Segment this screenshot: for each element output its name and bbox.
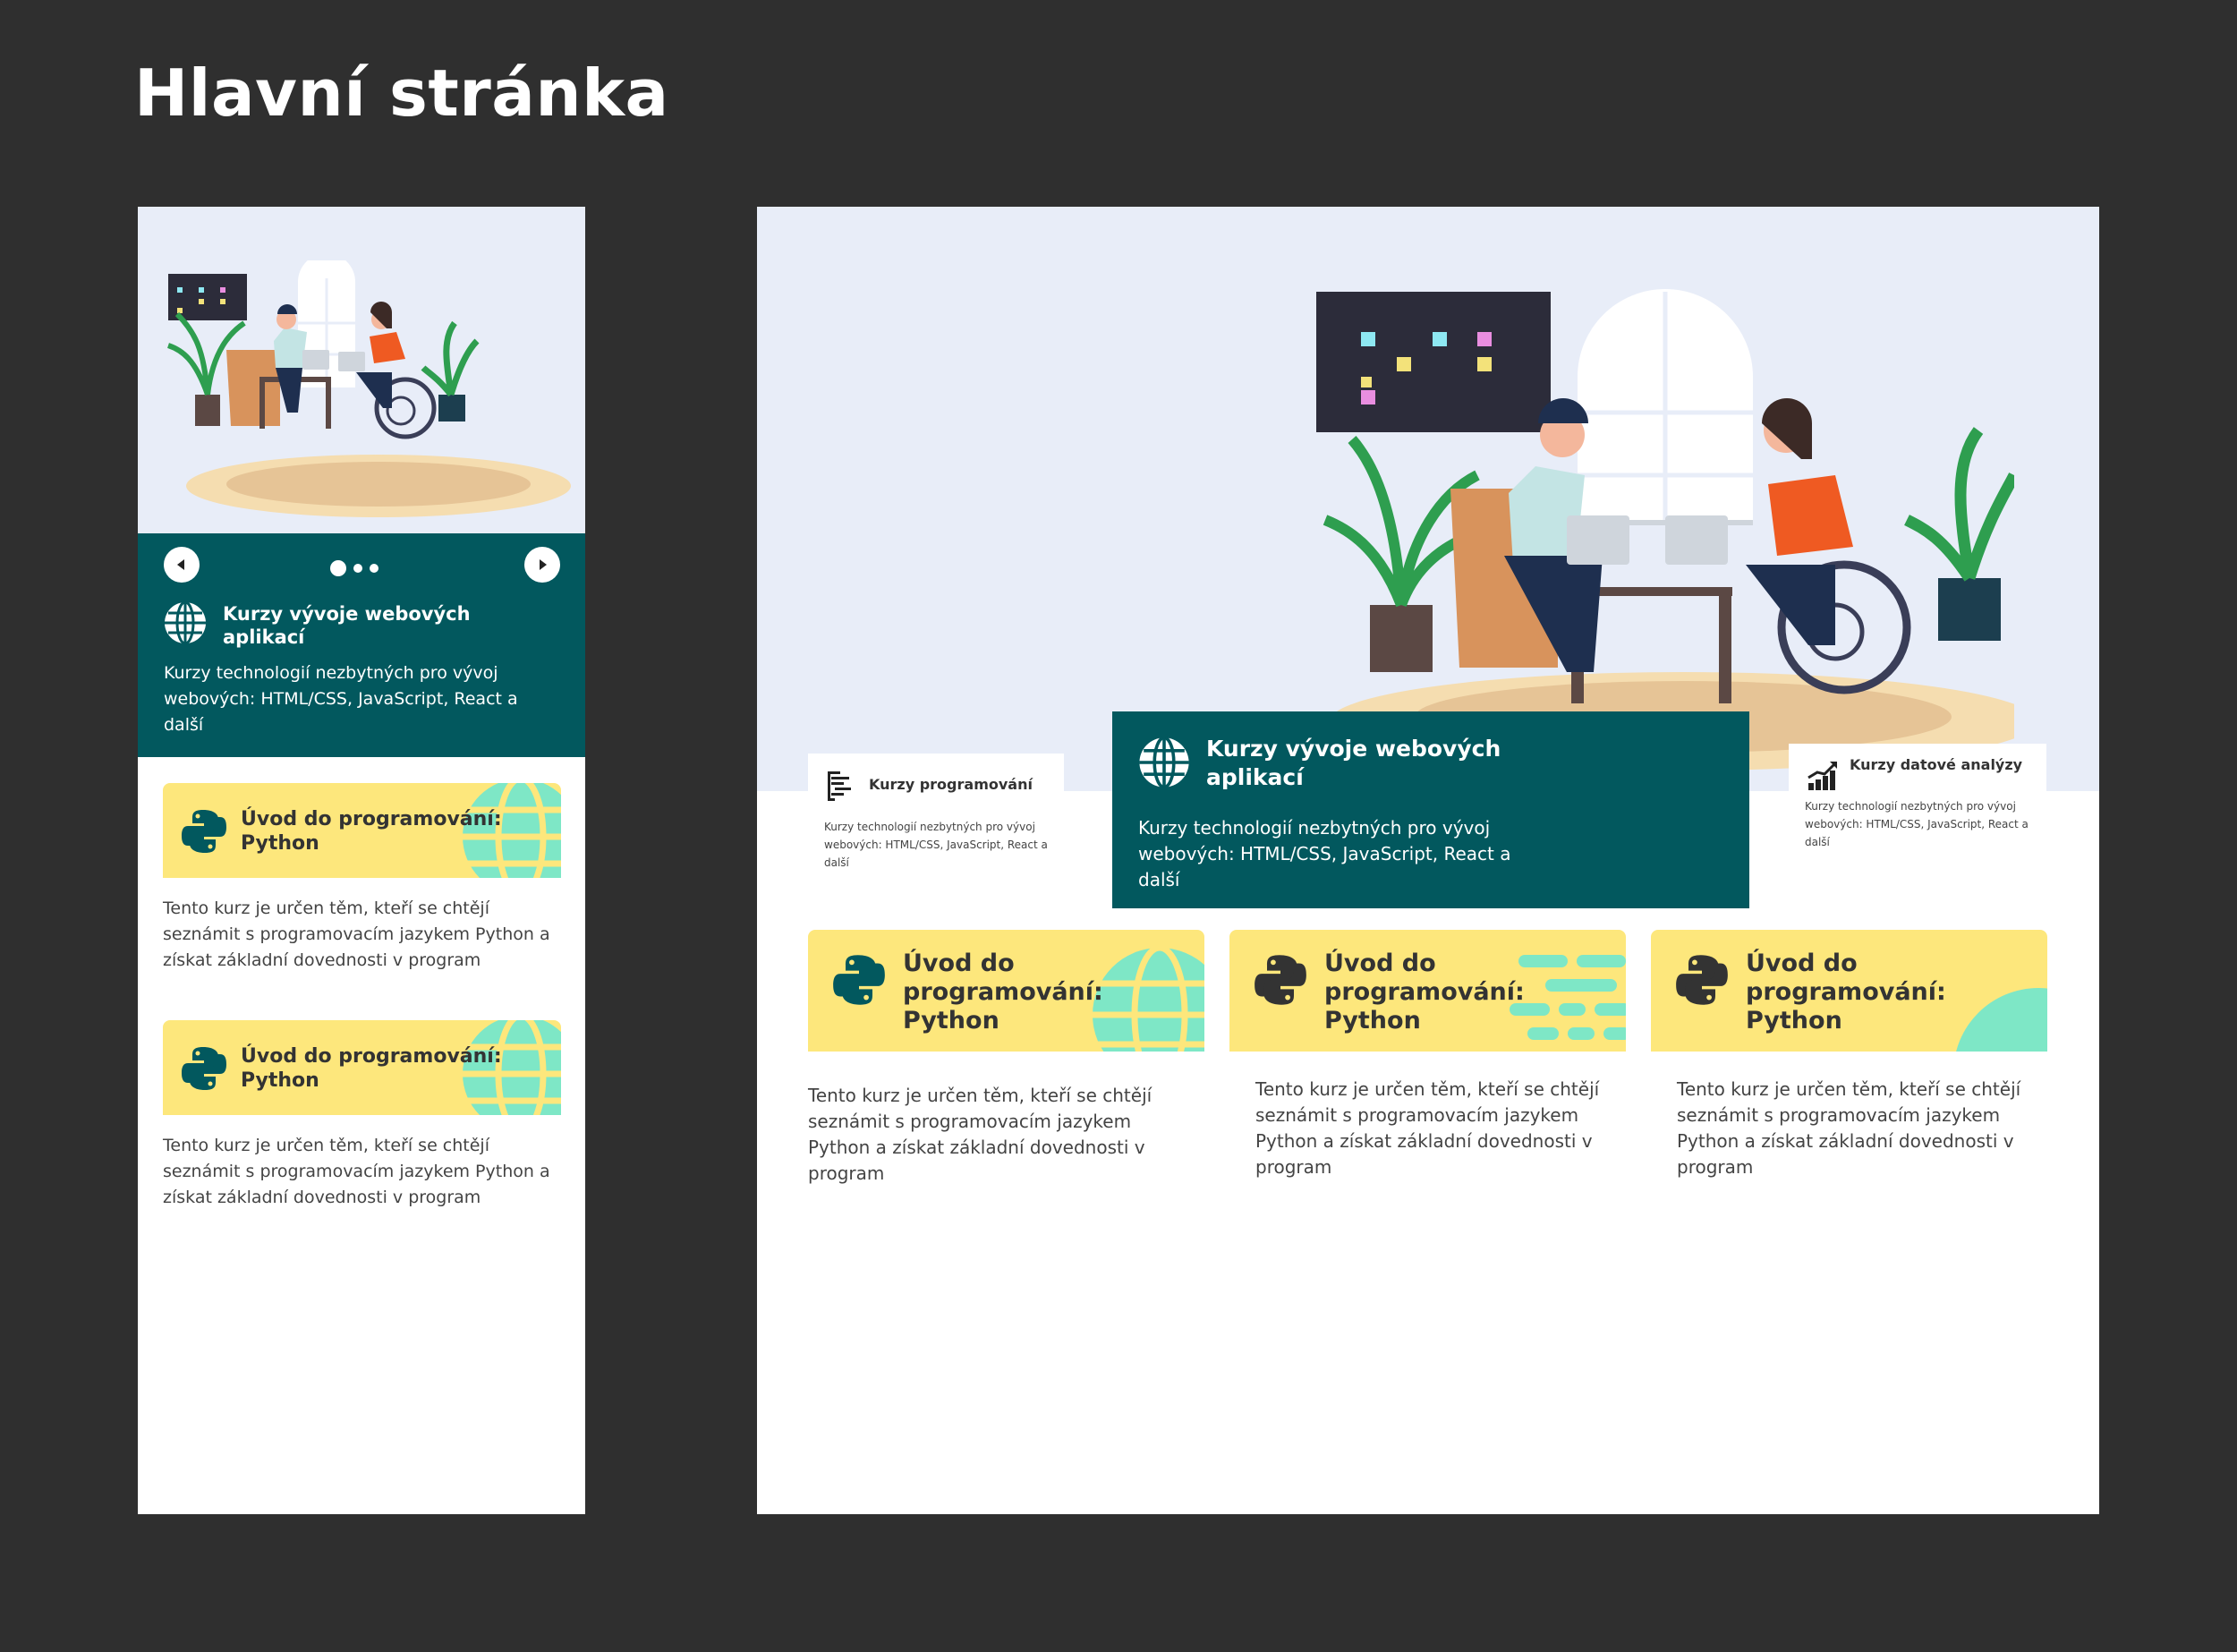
course-card[interactable]: Úvod do programování: Python Tento kurz … <box>808 930 1204 1187</box>
office-illustration <box>166 260 571 517</box>
category-title: Kurzy datové analýzy <box>1850 756 2023 773</box>
hero-illustration <box>138 207 585 533</box>
course-description: Tento kurz je určen těm, kteří se chtějí… <box>1255 1078 1600 1178</box>
category-card-programming[interactable]: Kurzy programování Kurzy technologií nez… <box>808 754 1064 904</box>
hero-illustration <box>757 207 2099 791</box>
mobile-preview: Kurzy vývoje webových aplikací Kurzy tec… <box>138 207 585 1514</box>
globe-icon <box>1139 736 1189 789</box>
course-description: Tento kurz je určen těm, kteří se chtějí… <box>808 1085 1153 1184</box>
desktop-preview: Kurzy programování Kurzy technologií nez… <box>757 207 2099 1514</box>
chevron-left-icon <box>177 559 184 570</box>
carousel-title[interactable]: Kurzy vývoje webových aplikací <box>223 602 527 649</box>
carousel-indicators <box>330 560 379 576</box>
course-title: Úvod do programování: Python <box>903 949 1103 1035</box>
featured-category-card[interactable]: Kurzy vývoje webových aplikací Kurzy tec… <box>1112 711 1749 908</box>
course-title: Úvod do programování: Python <box>241 1045 502 1092</box>
course-card[interactable]: Úvod do programování: Python Tento kurz … <box>1651 930 2047 1180</box>
course-description: Tento kurz je určen těm, kteří se chtějí… <box>1677 1078 2021 1178</box>
python-icon <box>182 810 226 853</box>
featured-category-carousel: Kurzy vývoje webových aplikací Kurzy tec… <box>138 533 585 757</box>
category-title: Kurzy programování <box>869 775 1033 793</box>
carousel-description: Kurzy technologií nezbytných pro vývoj w… <box>164 663 518 735</box>
category-description: Kurzy technologií nezbytných pro vývoj w… <box>1805 800 2029 848</box>
course-banner: Úvod do programování: Python <box>1651 930 2047 1052</box>
category-description: Kurzy technologií nezbytných pro vývoj w… <box>1138 817 1511 890</box>
python-icon <box>1255 955 1306 1005</box>
carousel-dot[interactable] <box>353 564 362 573</box>
globe-icon <box>165 600 206 645</box>
course-description: Tento kurz je určen těm, kteří se chtějí… <box>163 1136 550 1207</box>
course-banner: Úvod do programování: Python <box>808 930 1204 1052</box>
course-card[interactable]: Úvod do programování: Python Tento kurz … <box>1229 930 1626 1180</box>
category-card-data-analysis[interactable]: Kurzy datové analýzy Kurzy technologií n… <box>1789 744 2046 891</box>
course-card[interactable]: Úvod do programování: Python Tento kurz … <box>163 783 561 974</box>
chevron-right-icon <box>540 559 547 570</box>
course-banner: Úvod do programování: Python <box>1229 930 1626 1052</box>
category-title: Kurzy vývoje webových aplikací <box>1206 736 1501 790</box>
course-card[interactable]: Úvod do programování: Python Tento kurz … <box>163 1020 561 1211</box>
growth-chart-icon <box>1807 762 1837 790</box>
carousel-dot[interactable] <box>330 560 346 576</box>
course-title: Úvod do programování: Python <box>1746 949 1946 1035</box>
category-description: Kurzy technologií nezbytných pro vývoj w… <box>824 821 1048 869</box>
course-title: Úvod do programování: Python <box>241 808 502 855</box>
carousel-next-button[interactable] <box>524 547 560 583</box>
page-title: Hlavní stránka <box>134 55 669 131</box>
course-description: Tento kurz je určen těm, kteří se chtějí… <box>163 898 550 970</box>
python-icon <box>833 955 885 1005</box>
python-icon <box>182 1047 226 1090</box>
course-title: Úvod do programování: Python <box>1324 949 1525 1035</box>
carousel-prev-button[interactable] <box>164 547 200 583</box>
code-lines-icon <box>828 771 851 801</box>
carousel-dot[interactable] <box>370 564 379 573</box>
course-banner: Úvod do programování: Python <box>163 1020 561 1115</box>
course-banner: Úvod do programování: Python <box>163 783 561 878</box>
python-icon <box>1676 955 1728 1005</box>
